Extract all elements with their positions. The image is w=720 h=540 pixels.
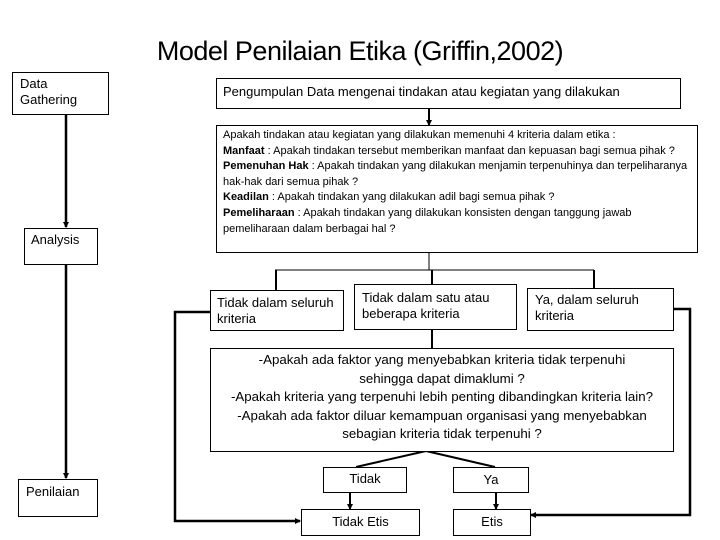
question-line: -Apakah ada faktor yang menyebabkan krit… (258, 352, 626, 386)
stage-penilaian: Penilaian (18, 479, 98, 517)
criteria-item: Manfaat : Apakah tindakan tersebut membe… (223, 144, 691, 160)
data-collection-box: Pengumpulan Data mengenai tindakan atau … (216, 78, 681, 109)
outcome-all-box: Ya, dalam seluruh kriteria (527, 288, 674, 331)
decision-no-box: Tidak (323, 467, 407, 493)
stage-analysis-label: Analysis (31, 232, 80, 247)
stage-penilaian-label: Penilaian (26, 484, 80, 499)
criteria-desc: : Apakah tindakan yang dilakukan adil ba… (268, 191, 555, 204)
question-line: -Apakah ada faktor diluar kemampuan orga… (237, 407, 647, 442)
outcome-none-label: Tidak dalam seluruh kriteria (217, 295, 334, 326)
outcome-some-label: Tidak dalam satu atau beberapa kriteria (362, 290, 490, 321)
criteria-item: Keadilan : Apakah tindakan yang dilakuka… (223, 190, 691, 206)
criteria-term: Pemenuhan Hak (223, 160, 309, 173)
result-unethical-box: Tidak Etis (301, 509, 420, 536)
decision-yes-box: Ya (453, 467, 529, 493)
decision-yes-label: Ya (483, 472, 499, 487)
outcome-none-box: Tidak dalam seluruh kriteria (210, 290, 344, 331)
result-unethical-label: Tidak Etis (332, 514, 389, 529)
result-ethical-box: Etis (453, 509, 531, 536)
decision-no-label: Tidak (349, 471, 381, 486)
criteria-term: Keadilan (223, 191, 269, 204)
outcome-some-box: Tidak dalam satu atau beberapa kriteria (354, 284, 517, 330)
stage-data-gathering: Data Gathering (12, 72, 109, 115)
criteria-box: Apakah tindakan atau kegiatan yang dilak… (216, 125, 698, 253)
stage-data-gathering-label: Data Gathering (20, 76, 78, 107)
criteria-item: Pemeliharaan : Apakah tindakan yang dila… (223, 206, 691, 237)
outcome-all-label: Ya, dalam seluruh kriteria (535, 292, 639, 323)
criteria-desc: : Apakah tindakan tersebut memberikan ma… (264, 144, 675, 157)
result-ethical-label: Etis (481, 514, 503, 529)
criteria-item: Pemenuhan Hak : Apakah tindakan yang dil… (223, 159, 691, 190)
questions-box: -Apakah ada faktor yang menyebabkan krit… (210, 348, 674, 452)
stage-analysis: Analysis (24, 228, 98, 265)
criteria-intro: Apakah tindakan atau kegiatan yang dilak… (223, 129, 616, 141)
data-collection-text: Pengumpulan Data mengenai tindakan atau … (223, 84, 620, 99)
criteria-term: Manfaat (223, 144, 265, 157)
question-line: -Apakah kriteria yang terpenuhi lebih pe… (230, 389, 654, 404)
criteria-term: Pemeliharaan (223, 206, 295, 219)
